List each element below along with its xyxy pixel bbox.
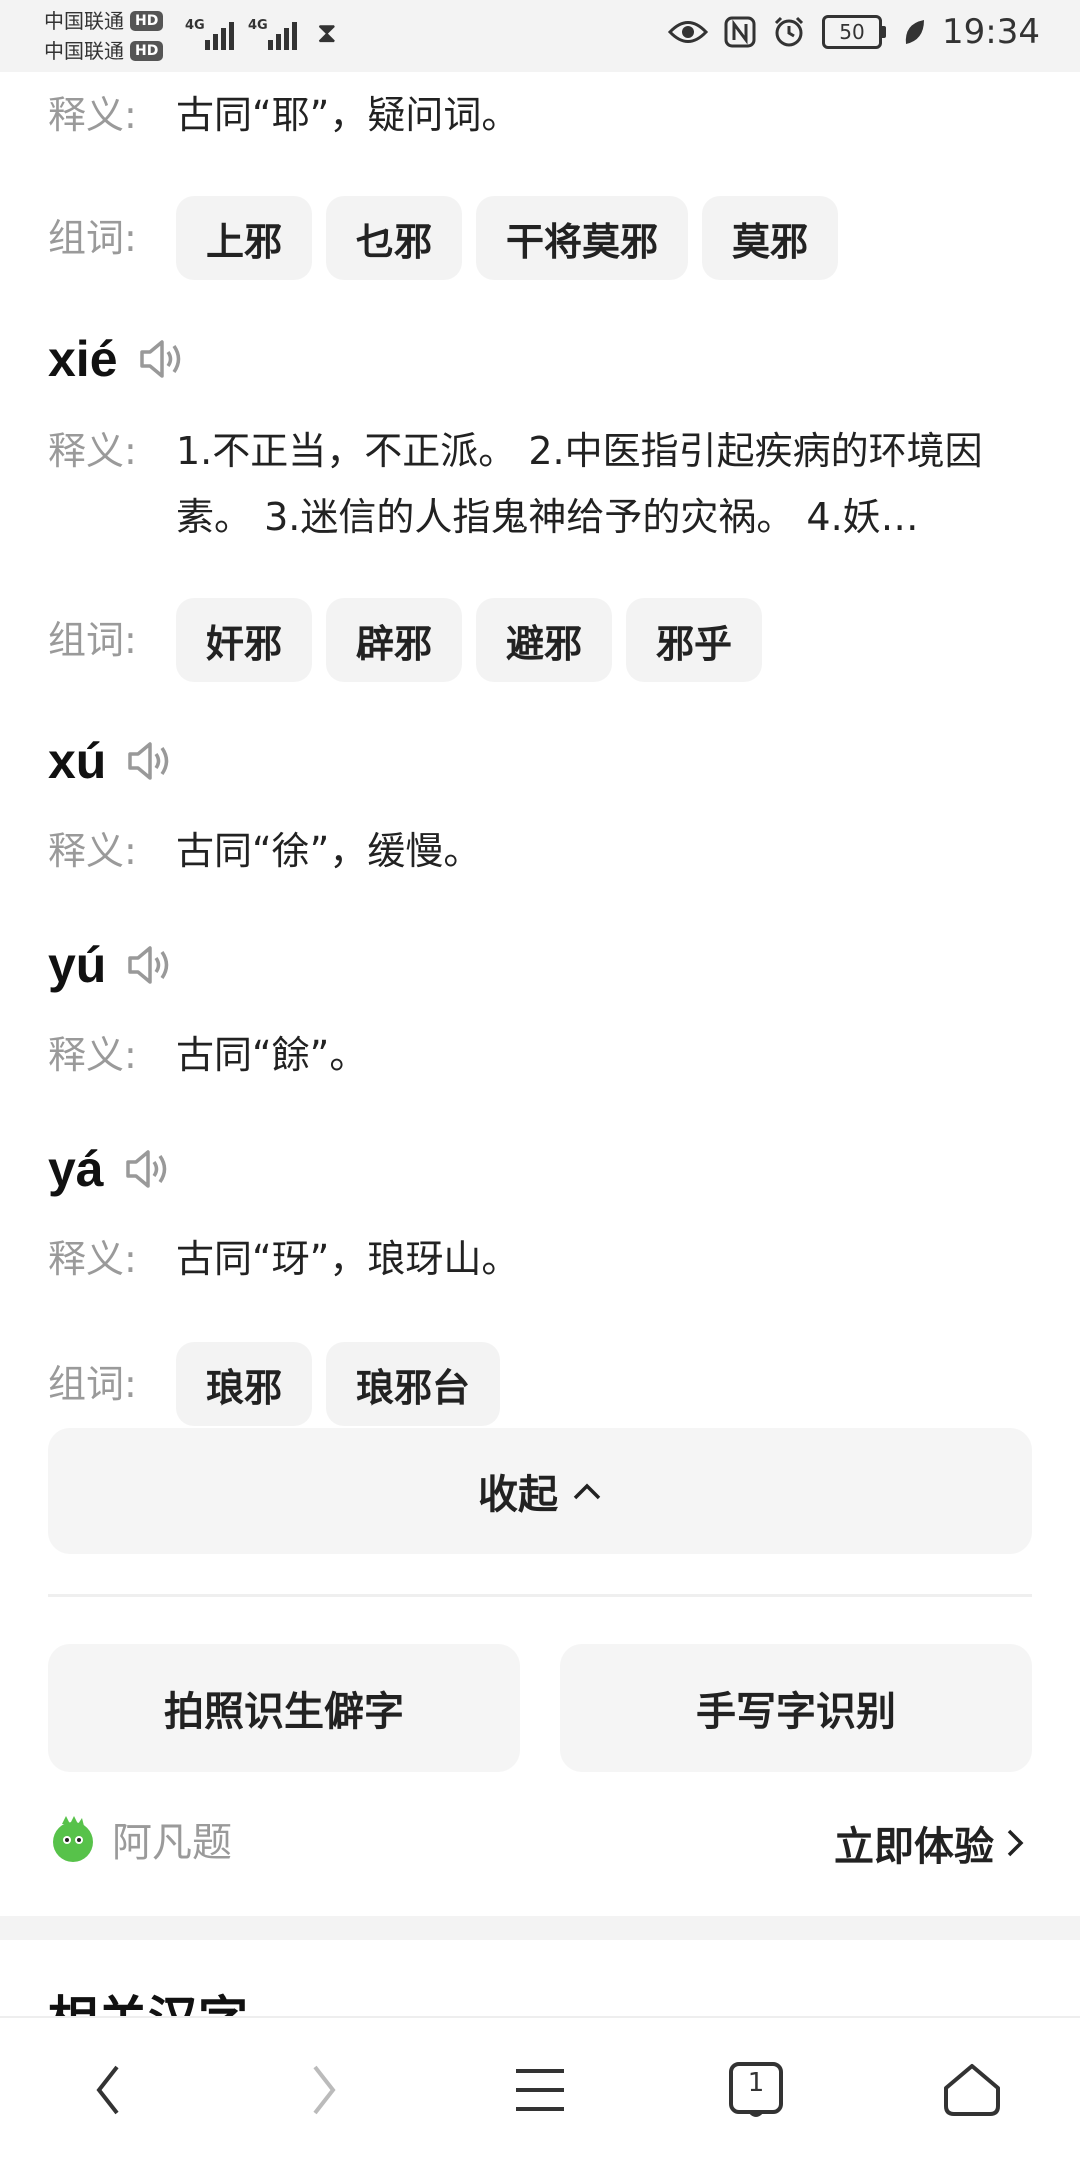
word-chips: 奸邪 辟邪 避邪 邪乎 — [176, 598, 763, 682]
pinyin-heading: yá — [48, 1140, 172, 1198]
carrier-2: 中国联通 — [44, 39, 124, 63]
promo-app: 阿凡题 — [48, 1810, 232, 1868]
afanti-logo-icon — [53, 1816, 93, 1862]
word-chip[interactable]: 奸邪 — [176, 598, 313, 682]
home-button[interactable] — [912, 2030, 1032, 2150]
pinyin-text: xié — [48, 331, 118, 387]
word-chip[interactable]: 乜邪 — [326, 196, 463, 280]
alarm-icon — [774, 16, 804, 47]
try-now-link[interactable]: 立即体验 — [834, 1810, 1024, 1876]
section-separator — [0, 1916, 1080, 1940]
tab-count: 1 — [747, 2068, 765, 2098]
signal-icon: 4G — [185, 18, 234, 50]
forward-icon — [313, 2065, 336, 2115]
hd-badge: HD — [130, 41, 164, 61]
carrier-info: 中国联通 HD 中国联通 HD — [44, 6, 164, 66]
signal-indicators: 4G 4G ⧗ — [185, 16, 337, 50]
network-type: 4G — [185, 18, 205, 33]
promo-app-name: 阿凡题 — [112, 1820, 232, 1866]
word-chip[interactable]: 干将莫邪 — [476, 196, 689, 280]
try-now-label: 立即体验 — [834, 1824, 994, 1870]
meaning-label: 释义: — [48, 1237, 137, 1281]
word-chips: 上邪 乜邪 干将莫邪 莫邪 — [176, 196, 839, 280]
pinyin-heading: xú — [48, 732, 174, 790]
meaning-row: 释义: 古同“玡”，琅玡山。 — [48, 1226, 1026, 1292]
word-chips: 琅邪 琅邪台 — [176, 1342, 501, 1426]
forward-button[interactable] — [264, 2030, 384, 2150]
collapse-button[interactable]: 收起 — [48, 1428, 1032, 1554]
back-icon — [96, 2065, 119, 2115]
eye-icon — [668, 21, 709, 43]
speaker-icon[interactable] — [126, 739, 174, 783]
pinyin-text: xú — [48, 733, 107, 789]
status-right: 50 19:34 — [668, 12, 1040, 52]
menu-icon — [516, 2069, 564, 2111]
handwrite-recognize-button[interactable]: 手写字识别 — [560, 1644, 1032, 1772]
collapse-label: 收起 — [478, 1472, 558, 1518]
bottom-nav: 1 — [0, 2016, 1080, 2162]
hourglass-icon: ⧗ — [317, 16, 337, 49]
battery-icon: 50 — [822, 15, 887, 49]
word-chip[interactable]: 莫邪 — [702, 196, 839, 280]
pinyin-text: yá — [48, 1141, 104, 1197]
meaning-label: 释义: — [48, 429, 137, 473]
network-type: 4G — [248, 18, 268, 33]
photo-recognize-button[interactable]: 拍照识生僻字 — [48, 1644, 520, 1772]
meaning-row: 释义: 1.不正当，不正派。 2.中医指引起疾病的环境因素。 3.迷信的人指鬼神… — [48, 418, 1026, 550]
word-chip[interactable]: 辟邪 — [326, 598, 463, 682]
chevron-up-icon — [573, 1483, 601, 1500]
word-chip[interactable]: 避邪 — [476, 598, 613, 682]
words-row: 组词: 奸邪 辟邪 避邪 邪乎 — [48, 598, 763, 682]
meaning-text: 古同“耶”，疑问词。 — [176, 93, 520, 137]
pinyin-heading: xié — [48, 330, 186, 388]
word-chip[interactable]: 琅邪 — [176, 1342, 313, 1426]
pinyin-heading: yú — [48, 936, 174, 994]
chevron-right-icon — [1007, 1829, 1024, 1857]
status-bar: 中国联通 HD 中国联通 HD 4G 4G ⧗ 50 19:34 — [0, 0, 1080, 72]
meaning-label: 释义: — [48, 1033, 137, 1077]
nfc-icon — [724, 16, 756, 48]
meaning-row: 释义: 古同“徐”，缓慢。 — [48, 818, 1026, 884]
speaker-icon[interactable] — [126, 943, 174, 987]
battery-level: 50 — [822, 15, 883, 49]
clock: 19:34 — [942, 12, 1040, 52]
words-row: 组词: 上邪 乜邪 干将莫邪 莫邪 — [48, 196, 839, 280]
signal-icon: 4G — [248, 18, 297, 50]
pinyin-text: yú — [48, 937, 107, 993]
leaf-icon — [905, 20, 925, 44]
meaning-text: 1.不正当，不正派。 2.中医指引起疾病的环境因素。 3.迷信的人指鬼神给予的灾… — [176, 429, 983, 539]
meaning-text: 古同“玡”，琅玡山。 — [176, 1237, 520, 1281]
word-chip[interactable]: 邪乎 — [626, 598, 763, 682]
words-label: 组词: — [48, 618, 137, 662]
back-button[interactable] — [48, 2030, 168, 2150]
home-icon — [944, 2064, 1000, 2116]
meaning-row: 释义: 古同“耶”，疑问词。 — [48, 82, 1026, 148]
words-label: 组词: — [48, 216, 137, 260]
carrier-1: 中国联通 — [44, 9, 124, 33]
meaning-row: 释义: 古同“餘”。 — [48, 1022, 1026, 1088]
menu-button[interactable] — [480, 2030, 600, 2150]
words-row: 组词: 琅邪 琅邪台 — [48, 1342, 501, 1426]
meaning-label: 释义: — [48, 93, 137, 137]
speaker-icon[interactable] — [138, 337, 186, 381]
words-label: 组词: — [48, 1362, 137, 1406]
word-chip[interactable]: 上邪 — [176, 196, 313, 280]
meaning-text: 古同“餘”。 — [176, 1033, 368, 1077]
tabs-button[interactable]: 1 — [696, 2030, 816, 2150]
meaning-text: 古同“徐”，缓慢。 — [176, 829, 482, 873]
hd-badge: HD — [130, 11, 164, 31]
meaning-label: 释义: — [48, 829, 137, 873]
divider — [48, 1594, 1032, 1597]
speaker-icon[interactable] — [124, 1147, 172, 1191]
word-chip[interactable]: 琅邪台 — [326, 1342, 501, 1426]
